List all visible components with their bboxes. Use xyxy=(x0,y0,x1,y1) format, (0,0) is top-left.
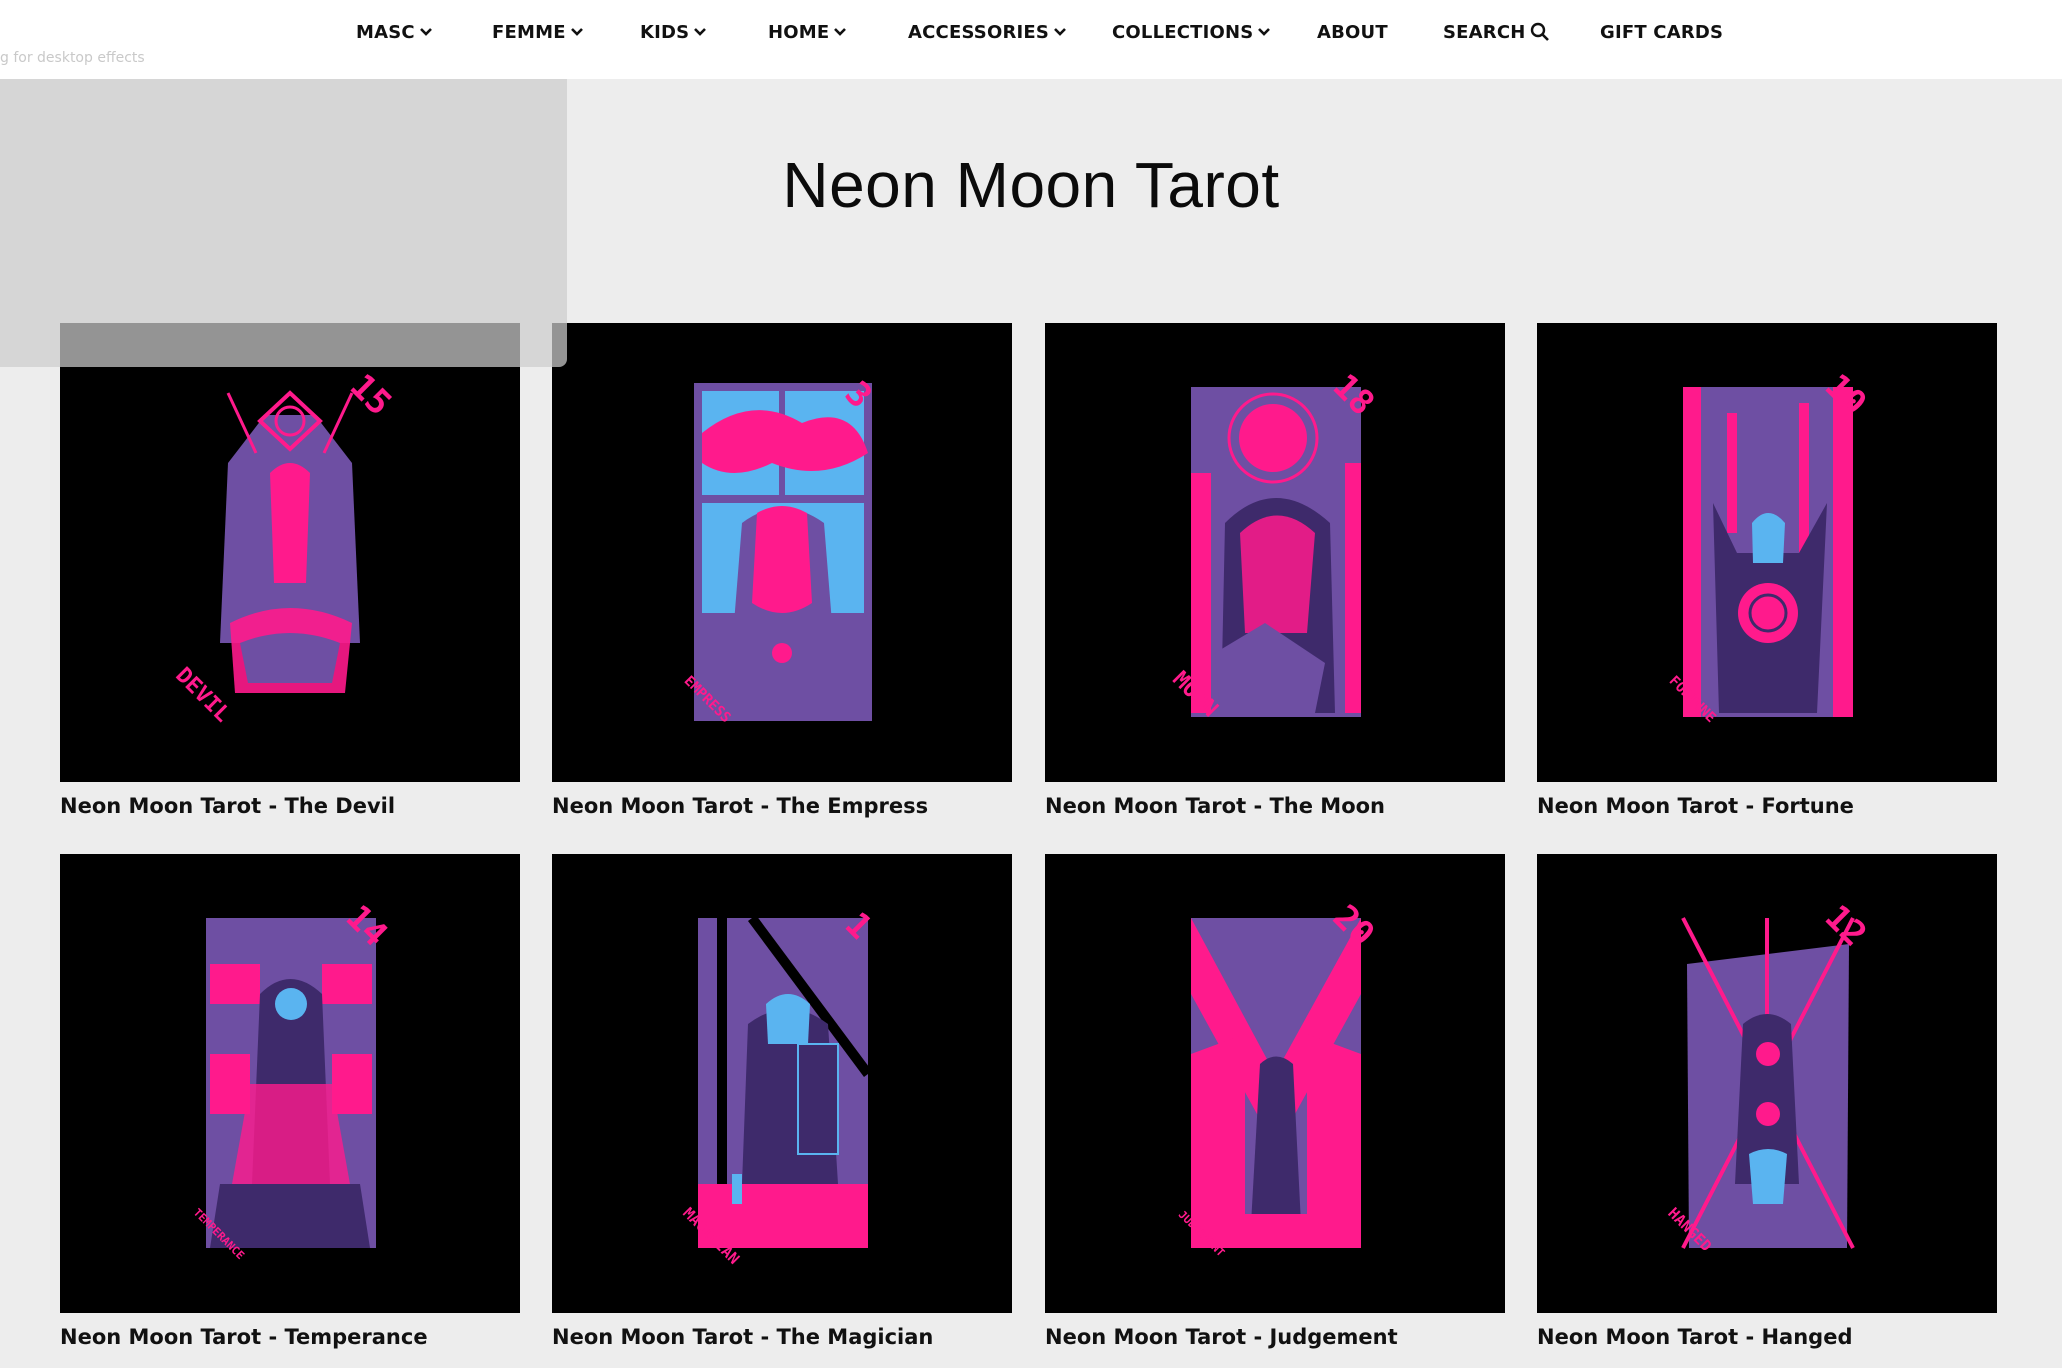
chevron-down-icon xyxy=(1258,28,1271,36)
nav-label: ACCESSORIES xyxy=(908,21,1050,43)
nav-collections[interactable]: COLLECTIONS xyxy=(1112,20,1271,44)
product-card[interactable]: 12 HANGED Neon Moon Tarot - Hanged xyxy=(1537,854,1997,1349)
chevron-down-icon xyxy=(1054,28,1067,36)
product-image[interactable]: 20 JUDGEMENT xyxy=(1045,854,1505,1313)
chevron-down-icon xyxy=(694,28,707,36)
product-card[interactable]: 15 DEVIL Neon Moon Tarot - The Devil xyxy=(60,323,520,818)
nav-about[interactable]: ABOUT xyxy=(1317,20,1388,44)
nav-label: SEARCH xyxy=(1443,21,1526,43)
product-title[interactable]: Neon Moon Tarot - The Empress xyxy=(552,794,1012,818)
product-card[interactable]: 1 MAGICIAN Neon Moon Tarot - The Magicia… xyxy=(552,854,1012,1349)
product-title[interactable]: Neon Moon Tarot - The Devil xyxy=(60,794,520,818)
product-image[interactable]: 3 EMPRESS xyxy=(552,323,1012,782)
nav-home[interactable]: HOME xyxy=(768,20,847,44)
product-image[interactable]: 12 HANGED xyxy=(1537,854,1997,1313)
nav-label: GIFT CARDS xyxy=(1600,21,1724,43)
search-icon xyxy=(1530,22,1549,41)
nav-label: COLLECTIONS xyxy=(1112,21,1254,43)
product-image[interactable]: 1 MAGICIAN xyxy=(552,854,1012,1313)
product-image[interactable]: 15 DEVIL xyxy=(60,323,520,782)
overlay-panel xyxy=(0,79,567,367)
nav-label: FEMME xyxy=(492,21,566,43)
nav-search[interactable]: SEARCH xyxy=(1443,20,1550,44)
product-card[interactable]: 10 FORTUNE Neon Moon Tarot - Fortune xyxy=(1537,323,1997,818)
product-title[interactable]: Neon Moon Tarot - The Magician xyxy=(552,1325,1012,1349)
product-title[interactable]: Neon Moon Tarot - The Moon xyxy=(1045,794,1505,818)
nav-femme[interactable]: FEMME xyxy=(492,20,584,44)
product-title[interactable]: Neon Moon Tarot - Judgement xyxy=(1045,1325,1505,1349)
product-title[interactable]: Neon Moon Tarot - Hanged xyxy=(1537,1325,1997,1349)
product-image[interactable]: 14 TEMPERANCE xyxy=(60,854,520,1313)
nav-masc[interactable]: MASC xyxy=(356,20,433,44)
product-title[interactable]: Neon Moon Tarot - Fortune xyxy=(1537,794,1997,818)
nav-label: KIDS xyxy=(640,21,690,43)
product-card[interactable]: 14 TEMPERANCE Neon Moon Tarot - Temperan… xyxy=(60,854,520,1349)
overlay-hint-text: g for desktop effects xyxy=(0,50,145,66)
top-navigation: MASC FEMME KIDS HOME ACCESSORIES COLLECT… xyxy=(0,0,2062,79)
product-title[interactable]: Neon Moon Tarot - Temperance xyxy=(60,1325,520,1349)
nav-kids[interactable]: KIDS xyxy=(640,20,707,44)
chevron-down-icon xyxy=(419,28,432,36)
chevron-down-icon xyxy=(834,28,847,36)
product-card[interactable]: 3 EMPRESS Neon Moon Tarot - The Empress xyxy=(552,323,1012,818)
nav-label: MASC xyxy=(356,21,415,43)
nav-label: HOME xyxy=(768,21,830,43)
product-image[interactable]: 18 MOON xyxy=(1045,323,1505,782)
nav-label: ABOUT xyxy=(1317,21,1388,43)
nav-accessories[interactable]: ACCESSORIES xyxy=(908,20,1067,44)
nav-gift-cards[interactable]: GIFT CARDS xyxy=(1600,20,1723,44)
product-card[interactable]: 18 MOON Neon Moon Tarot - The Moon xyxy=(1045,323,1505,818)
product-card[interactable]: 20 JUDGEMENT Neon Moon Tarot - Judgement xyxy=(1045,854,1505,1349)
chevron-down-icon xyxy=(570,28,583,36)
product-image[interactable]: 10 FORTUNE xyxy=(1537,323,1997,782)
